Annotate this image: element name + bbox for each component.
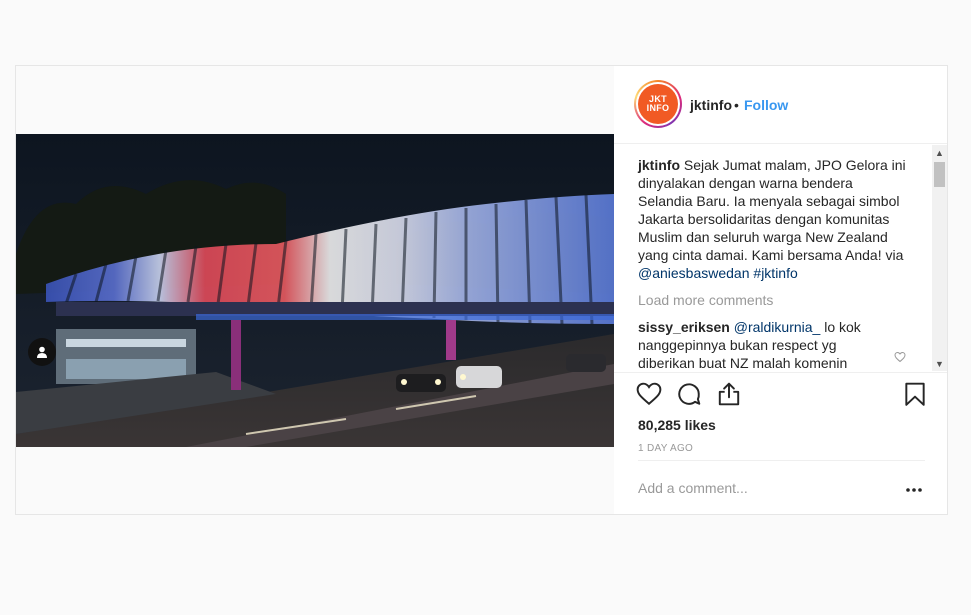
avatar-text-bottom: INFO bbox=[646, 103, 670, 113]
follow-button[interactable]: Follow bbox=[744, 97, 788, 113]
comments-scrollbar[interactable]: ▲ ▼ bbox=[932, 145, 947, 371]
header-separator: • bbox=[734, 97, 739, 113]
comment-mention[interactable]: @raldikurnia_ bbox=[734, 319, 821, 335]
comment-username[interactable]: sissy_eriksen bbox=[638, 319, 730, 335]
post-card: JKT INFO jktinfo • Follow jktinfo Sejak … bbox=[15, 65, 948, 515]
comments-area[interactable]: jktinfo Sejak Jumat malam, JPO Gelora in… bbox=[614, 144, 947, 372]
more-options-icon[interactable] bbox=[905, 482, 923, 492]
load-more-comments[interactable]: Load more comments bbox=[638, 292, 773, 308]
avatar-story-ring[interactable]: JKT INFO bbox=[634, 80, 682, 128]
comment-like-icon[interactable] bbox=[894, 350, 906, 368]
caption-username[interactable]: jktinfo bbox=[638, 157, 680, 173]
post-timestamp[interactable]: 1 DAY AGO bbox=[638, 443, 693, 454]
caption-mention[interactable]: @aniesbaswedan bbox=[638, 265, 750, 281]
heart-icon[interactable] bbox=[636, 381, 662, 407]
add-comment-section bbox=[638, 460, 925, 514]
caption-hashtag[interactable]: #jktinfo bbox=[753, 265, 797, 281]
bridge-night-photo bbox=[16, 134, 614, 447]
scroll-thumb[interactable] bbox=[934, 162, 945, 187]
scroll-up-arrow-icon[interactable]: ▲ bbox=[932, 145, 947, 160]
comment-item: sissy_eriksen @raldikurnia_ lo kok nangg… bbox=[638, 318, 888, 372]
avatar-frame: JKT INFO bbox=[636, 82, 680, 126]
bookmark-icon[interactable] bbox=[902, 381, 928, 407]
post-media bbox=[16, 66, 614, 514]
post-actions bbox=[614, 372, 947, 412]
person-icon bbox=[37, 346, 47, 358]
avatar: JKT INFO bbox=[638, 84, 678, 124]
add-comment-input[interactable] bbox=[638, 477, 868, 499]
comment-icon[interactable] bbox=[676, 381, 702, 407]
share-icon[interactable] bbox=[716, 381, 742, 407]
post-photo[interactable] bbox=[16, 134, 614, 447]
user-tag-icon[interactable] bbox=[28, 338, 56, 366]
post-sidebar: JKT INFO jktinfo • Follow jktinfo Sejak … bbox=[614, 66, 947, 514]
likes-count[interactable]: 80,285 likes bbox=[638, 417, 716, 433]
post-caption: jktinfo Sejak Jumat malam, JPO Gelora in… bbox=[638, 156, 908, 282]
scroll-down-arrow-icon[interactable]: ▼ bbox=[932, 356, 947, 371]
heart-outline-icon bbox=[894, 351, 906, 363]
header-username[interactable]: jktinfo bbox=[690, 97, 732, 113]
post-header: JKT INFO jktinfo • Follow bbox=[614, 66, 947, 144]
